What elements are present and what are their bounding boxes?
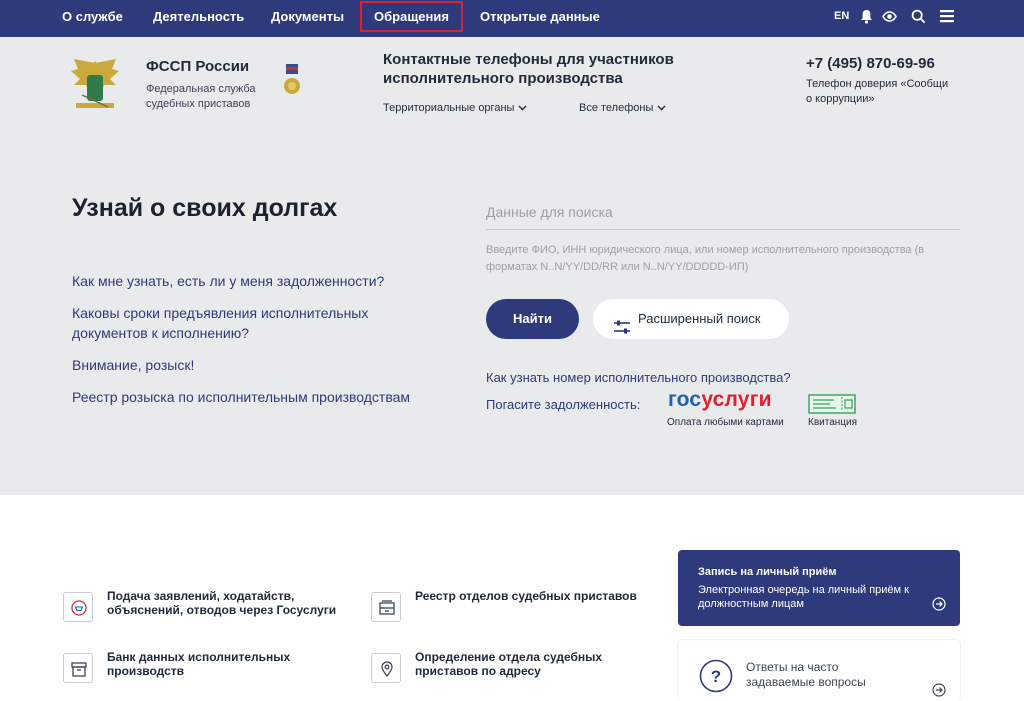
eye-icon[interactable] xyxy=(882,9,898,25)
faq-label: Ответы на часто задаваемые вопросы xyxy=(746,660,866,689)
link-wanted[interactable]: Внимание, розыск! xyxy=(72,355,402,375)
gosuslugi-caption: Оплата любыми картами xyxy=(667,417,784,428)
search-hint: Введите ФИО, ИНН юридического лица, или … xyxy=(486,244,925,273)
arrow-right-circle-icon xyxy=(932,597,946,616)
contacts-title: Контактные телефоны для участников испол… xyxy=(383,51,674,87)
pay-debt-label: Погасите задолженность: xyxy=(486,397,641,412)
territorial-dropdown[interactable]: Территориальные органы xyxy=(383,102,527,114)
nav-item-open-data[interactable]: Открытые данные xyxy=(480,0,600,37)
org-name: ФССП России xyxy=(146,58,250,75)
howto-find-number-link[interactable]: Как узнать номер исполнительного произво… xyxy=(486,370,791,385)
bell-icon[interactable] xyxy=(860,9,876,25)
hotline-phone[interactable]: +7 (495) 870-69-96 xyxy=(806,55,935,72)
link-wanted-registry[interactable]: Реестр розыска по исполнительным произво… xyxy=(72,387,452,407)
map-pin-icon xyxy=(371,653,401,683)
service-find-department-by-address[interactable]: Определение отдела судебных приставов по… xyxy=(371,650,651,690)
trust-line-text: Телефон доверия «Сообщи о коррупции» xyxy=(806,78,949,105)
faq-card[interactable]: ? Ответы на часто задаваемые вопросы xyxy=(678,640,960,701)
territorial-dropdown-label: Территориальные органы xyxy=(383,102,515,114)
drawer-icon xyxy=(371,592,401,622)
search-icon[interactable] xyxy=(911,9,927,25)
service-label: Подача заявлений, ходатайств, объяснений… xyxy=(107,589,337,617)
nav-item-activity[interactable]: Деятельность xyxy=(153,0,244,37)
org-subtitle: Федеральная служба судебных приставов xyxy=(146,83,256,110)
question-circle-icon: ? xyxy=(699,659,733,698)
debts-title: Узнай о своих долгах xyxy=(72,194,338,222)
language-switch[interactable]: EN xyxy=(834,0,849,33)
fssp-emblem-logo[interactable] xyxy=(68,55,122,113)
all-phones-dropdown[interactable]: Все телефоны xyxy=(579,102,666,114)
receipt-caption: Квитанция xyxy=(808,417,858,428)
gosuslugi-logo-part1: гос xyxy=(668,388,702,411)
appointment-description: Электронная очередь на личный приём к до… xyxy=(698,584,909,610)
chevron-down-icon xyxy=(518,105,527,111)
appointment-title: Запись на личный приём xyxy=(698,566,837,578)
receipt-icon[interactable] xyxy=(808,394,856,414)
service-departments-registry[interactable]: Реестр отделов судебных приставов xyxy=(371,589,661,629)
nav-item-about[interactable]: О службе xyxy=(62,0,123,37)
service-enforcement-database[interactable]: Банк данных исполнительных производств xyxy=(63,650,343,690)
medal-icon xyxy=(282,64,302,98)
advanced-search-button[interactable]: Расширенный поиск xyxy=(593,299,789,339)
appointment-card[interactable]: Запись на личный приём Электронная очере… xyxy=(678,550,960,626)
all-phones-dropdown-label: Все телефоны xyxy=(579,102,654,114)
find-button[interactable]: Найти xyxy=(486,299,579,339)
sliders-icon xyxy=(613,311,631,351)
service-label: Банк данных исполнительных производств xyxy=(107,650,291,678)
top-navigation: О службе Деятельность Документы Обращени… xyxy=(0,0,1024,37)
arrow-right-circle-icon xyxy=(932,683,946,701)
gosuslugi-logo[interactable]: госуслуги xyxy=(668,388,772,412)
gosuslugi-logo-part2: услуги xyxy=(701,388,772,411)
svg-text:?: ? xyxy=(711,667,721,686)
nav-item-documents[interactable]: Документы xyxy=(271,0,344,37)
chevron-down-icon xyxy=(657,105,666,111)
search-input[interactable] xyxy=(486,194,960,230)
menu-icon[interactable] xyxy=(940,9,956,25)
nav-item-appeals[interactable]: Обращения xyxy=(360,1,463,32)
advanced-search-label: Расширенный поиск xyxy=(638,311,761,326)
gosuslugi-doc-icon xyxy=(63,592,93,622)
link-check-debts[interactable]: Как мне узнать, есть ли у меня задолженн… xyxy=(72,271,412,291)
link-deadlines[interactable]: Каковы сроки предъявления исполнительных… xyxy=(72,303,402,343)
service-gosuslugi-applications[interactable]: Подача заявлений, ходатайств, объяснений… xyxy=(63,589,363,629)
service-label: Реестр отделов судебных приставов xyxy=(415,589,637,603)
service-label: Определение отдела судебных приставов по… xyxy=(415,650,603,678)
archive-box-icon xyxy=(63,653,93,683)
